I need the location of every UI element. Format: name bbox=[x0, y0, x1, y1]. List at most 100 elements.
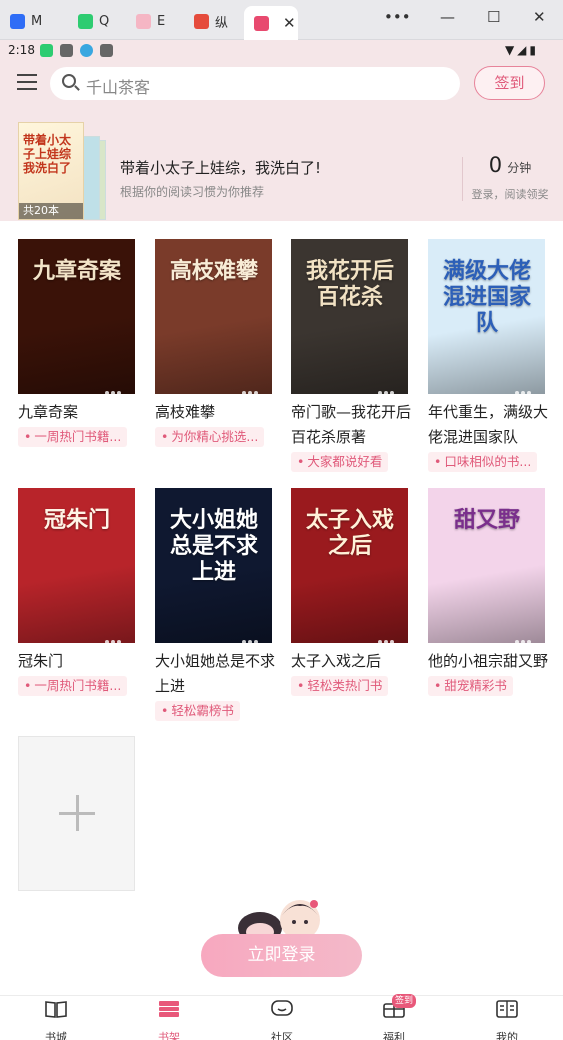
search-input[interactable]: 千山茶客 bbox=[50, 67, 460, 100]
book-item[interactable]: 高枝难攀高枝难攀为你精心挑选... bbox=[155, 239, 272, 451]
login-button[interactable]: 立即登录 bbox=[201, 934, 362, 977]
book-cover[interactable]: 满级大佬混进国家队 bbox=[428, 239, 545, 394]
book-tag: 口味相似的书... bbox=[428, 452, 538, 472]
book-title[interactable]: 年代重生，满级大佬混进国家队 bbox=[428, 400, 548, 450]
more-dots-icon[interactable] bbox=[378, 380, 400, 394]
more-dots-icon[interactable] bbox=[105, 380, 127, 394]
status-time: 2:18 bbox=[8, 43, 35, 57]
nav-label: 福利 bbox=[383, 1031, 405, 1040]
book-cover-title: 甜又野 bbox=[453, 508, 520, 533]
bookshelf-icon bbox=[159, 1001, 179, 1017]
browser-tab-bar: M Q E 纵 ✕ ••• — ☐ ✕ bbox=[0, 0, 563, 40]
book-item[interactable]: 大小姐她总是不求上进大小姐她总是不求上进轻松霸榜书 bbox=[155, 488, 275, 725]
recommendation-banner[interactable]: 带着小太子上娃综我洗白了 共20本 带着小太子上娃综，我洗白了! 根据你的阅读习… bbox=[0, 110, 563, 221]
book-cover-title: 高枝难攀 bbox=[169, 259, 258, 284]
book-title[interactable]: 他的小祖宗甜又野 bbox=[428, 649, 548, 674]
tab-label: Q bbox=[99, 13, 110, 29]
nav-community[interactable]: 社区 bbox=[252, 1000, 312, 1040]
tab-favicon-icon bbox=[10, 13, 25, 29]
tab-favicon-icon bbox=[136, 13, 151, 29]
book-tag: 一周热门书籍... bbox=[18, 676, 128, 696]
banner-cover-stack[interactable]: 带着小太子上娃综我洗白了 共20本 bbox=[18, 122, 108, 220]
book-cover[interactable]: 冠朱门 bbox=[18, 488, 135, 643]
book-tag: 一周热门书籍... bbox=[18, 427, 128, 447]
browser-tab-4[interactable]: 纵 bbox=[184, 6, 244, 36]
tab-label: M bbox=[31, 13, 43, 29]
browser-tab-2[interactable]: Q bbox=[68, 6, 128, 36]
banner-title: 带着小太子上娃综，我洗白了! bbox=[120, 159, 322, 177]
status-bar: 2:18 ▼◢▮ bbox=[0, 40, 563, 62]
more-icon[interactable]: ••• bbox=[384, 8, 411, 26]
book-cover[interactable]: 高枝难攀 bbox=[155, 239, 272, 394]
book-open-icon bbox=[45, 1001, 67, 1018]
signal-battery-icon: ▼◢▮ bbox=[504, 43, 539, 57]
notification-icon bbox=[40, 44, 53, 57]
notification-icon bbox=[60, 44, 73, 57]
book-item[interactable]: 甜又野他的小祖宗甜又野甜宠精彩书 bbox=[428, 488, 548, 700]
minutes-value: 0 bbox=[488, 153, 503, 177]
close-window-icon[interactable]: ✕ bbox=[533, 8, 546, 26]
book-cover-title: 满级大佬混进国家队 bbox=[442, 259, 531, 336]
book-tag: 轻松霸榜书 bbox=[155, 701, 240, 721]
book-cover-title: 我花开后百花杀 bbox=[305, 259, 394, 310]
banner-cover-title: 带着小太子上娃综我洗白了 bbox=[23, 133, 72, 175]
more-dots-icon[interactable] bbox=[378, 629, 400, 643]
nav-profile[interactable]: 我的 bbox=[477, 1000, 537, 1040]
bottom-nav: 书城 书架 社区 福利 签到 我的 bbox=[0, 994, 563, 1040]
more-dots-icon[interactable] bbox=[105, 629, 127, 643]
signin-button[interactable]: 签到 bbox=[474, 66, 545, 100]
book-item[interactable]: 我花开后百花杀帝门歌—我花开后百花杀原著大家都说好看 bbox=[291, 239, 411, 476]
book-item[interactable]: 九章奇案九章奇案一周热门书籍... bbox=[18, 239, 135, 451]
more-dots-icon[interactable] bbox=[242, 629, 264, 643]
more-dots-icon[interactable] bbox=[242, 380, 264, 394]
minimize-icon[interactable]: — bbox=[440, 8, 455, 26]
book-item[interactable]: 冠朱门冠朱门一周热门书籍... bbox=[18, 488, 135, 700]
book-title[interactable]: 大小姐她总是不求上进 bbox=[155, 649, 275, 699]
tab-favicon-icon bbox=[78, 13, 93, 29]
notification-icon bbox=[100, 44, 113, 57]
signin-badge: 签到 bbox=[392, 994, 417, 1008]
book-cover[interactable]: 太子入戏之后 bbox=[291, 488, 408, 643]
book-cover[interactable]: 九章奇案 bbox=[18, 239, 135, 394]
browser-tab-active[interactable]: ✕ bbox=[244, 6, 298, 40]
book-cover-title: 冠朱门 bbox=[43, 508, 110, 533]
book-cover[interactable]: 甜又野 bbox=[428, 488, 545, 643]
nav-label: 社区 bbox=[271, 1031, 293, 1040]
book-item[interactable]: 太子入戏之后太子入戏之后轻松类热门书 bbox=[291, 488, 408, 700]
book-tag: 轻松类热门书 bbox=[291, 676, 389, 696]
minutes-unit: 分钟 bbox=[507, 161, 532, 175]
book-cover-title: 太子入戏之后 bbox=[305, 508, 394, 559]
banner-subtitle: 根据你的阅读习惯为你推荐 bbox=[120, 185, 265, 199]
browser-tab-1[interactable]: M bbox=[0, 6, 62, 36]
book-title[interactable]: 冠朱门 bbox=[18, 649, 138, 674]
browser-tab-3[interactable]: E bbox=[126, 6, 186, 36]
book-title[interactable]: 九章奇案 bbox=[18, 400, 138, 425]
book-cover[interactable]: 大小姐她总是不求上进 bbox=[155, 488, 272, 643]
nav-label: 书架 bbox=[158, 1031, 180, 1040]
nav-bookstore[interactable]: 书城 bbox=[26, 1000, 86, 1040]
more-dots-icon[interactable] bbox=[515, 380, 537, 394]
book-title[interactable]: 帝门歌—我花开后百花杀原著 bbox=[291, 400, 411, 450]
book-cover-title: 九章奇案 bbox=[32, 259, 121, 284]
menu-icon[interactable] bbox=[17, 74, 37, 90]
more-dots-icon[interactable] bbox=[515, 629, 537, 643]
divider bbox=[462, 157, 463, 201]
book-title[interactable]: 高枝难攀 bbox=[155, 400, 275, 425]
add-book-button[interactable] bbox=[18, 736, 135, 891]
book-title[interactable]: 太子入戏之后 bbox=[291, 649, 411, 674]
profile-book-icon bbox=[496, 1000, 518, 1018]
tab-favicon-icon bbox=[194, 13, 209, 29]
app-header: 千山茶客 签到 bbox=[0, 62, 563, 110]
reading-minutes: 0 分钟 bbox=[465, 153, 555, 177]
plus-icon bbox=[76, 795, 79, 831]
notification-icon bbox=[80, 44, 93, 57]
book-cover[interactable]: 我花开后百花杀 bbox=[291, 239, 408, 394]
maximize-icon[interactable]: ☐ bbox=[487, 8, 500, 26]
book-tag: 大家都说好看 bbox=[291, 452, 389, 472]
login-reward-note[interactable]: 登录，阅读领奖 bbox=[465, 186, 555, 202]
tab-label: 纵 bbox=[215, 15, 229, 31]
close-tab-icon[interactable]: ✕ bbox=[283, 14, 296, 32]
nav-label: 我的 bbox=[496, 1031, 518, 1040]
nav-bookshelf[interactable]: 书架 bbox=[139, 1000, 199, 1040]
book-item[interactable]: 满级大佬混进国家队年代重生，满级大佬混进国家队口味相似的书... bbox=[428, 239, 548, 476]
